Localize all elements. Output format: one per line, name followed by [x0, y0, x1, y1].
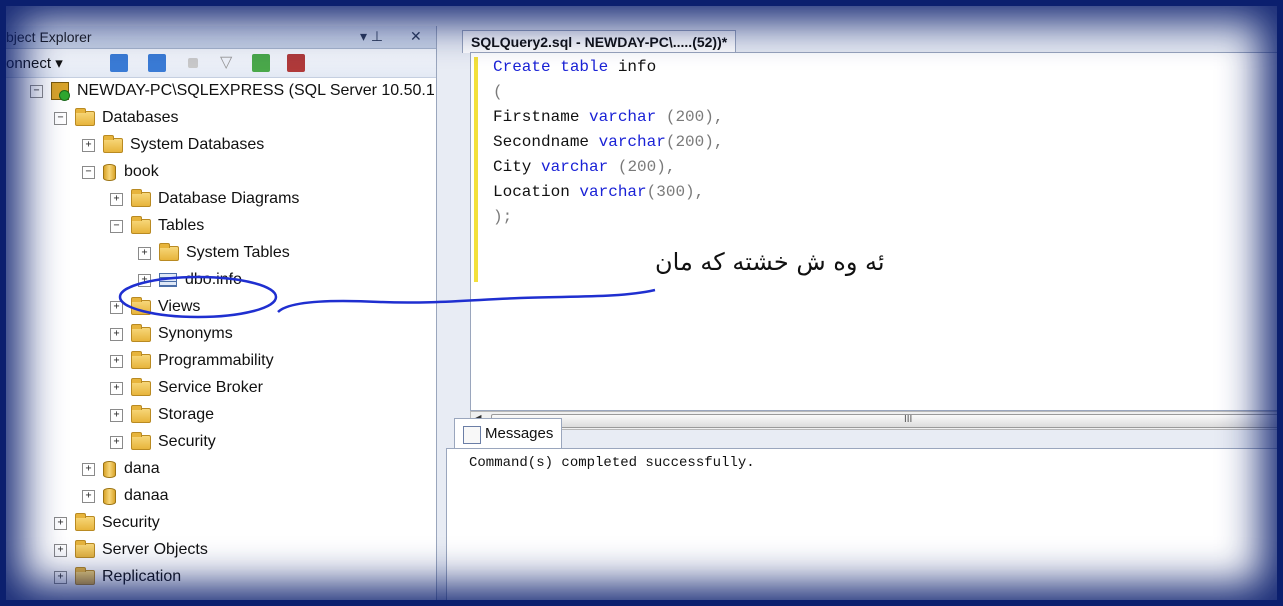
ssms-window: bject Explorer ▾ ⊥ ✕ onnect ▾ ▽ − NEWDAY…	[0, 0, 1283, 606]
ink-line	[277, 288, 656, 313]
ink-circle	[118, 275, 278, 319]
ink-annotation	[118, 275, 656, 319]
